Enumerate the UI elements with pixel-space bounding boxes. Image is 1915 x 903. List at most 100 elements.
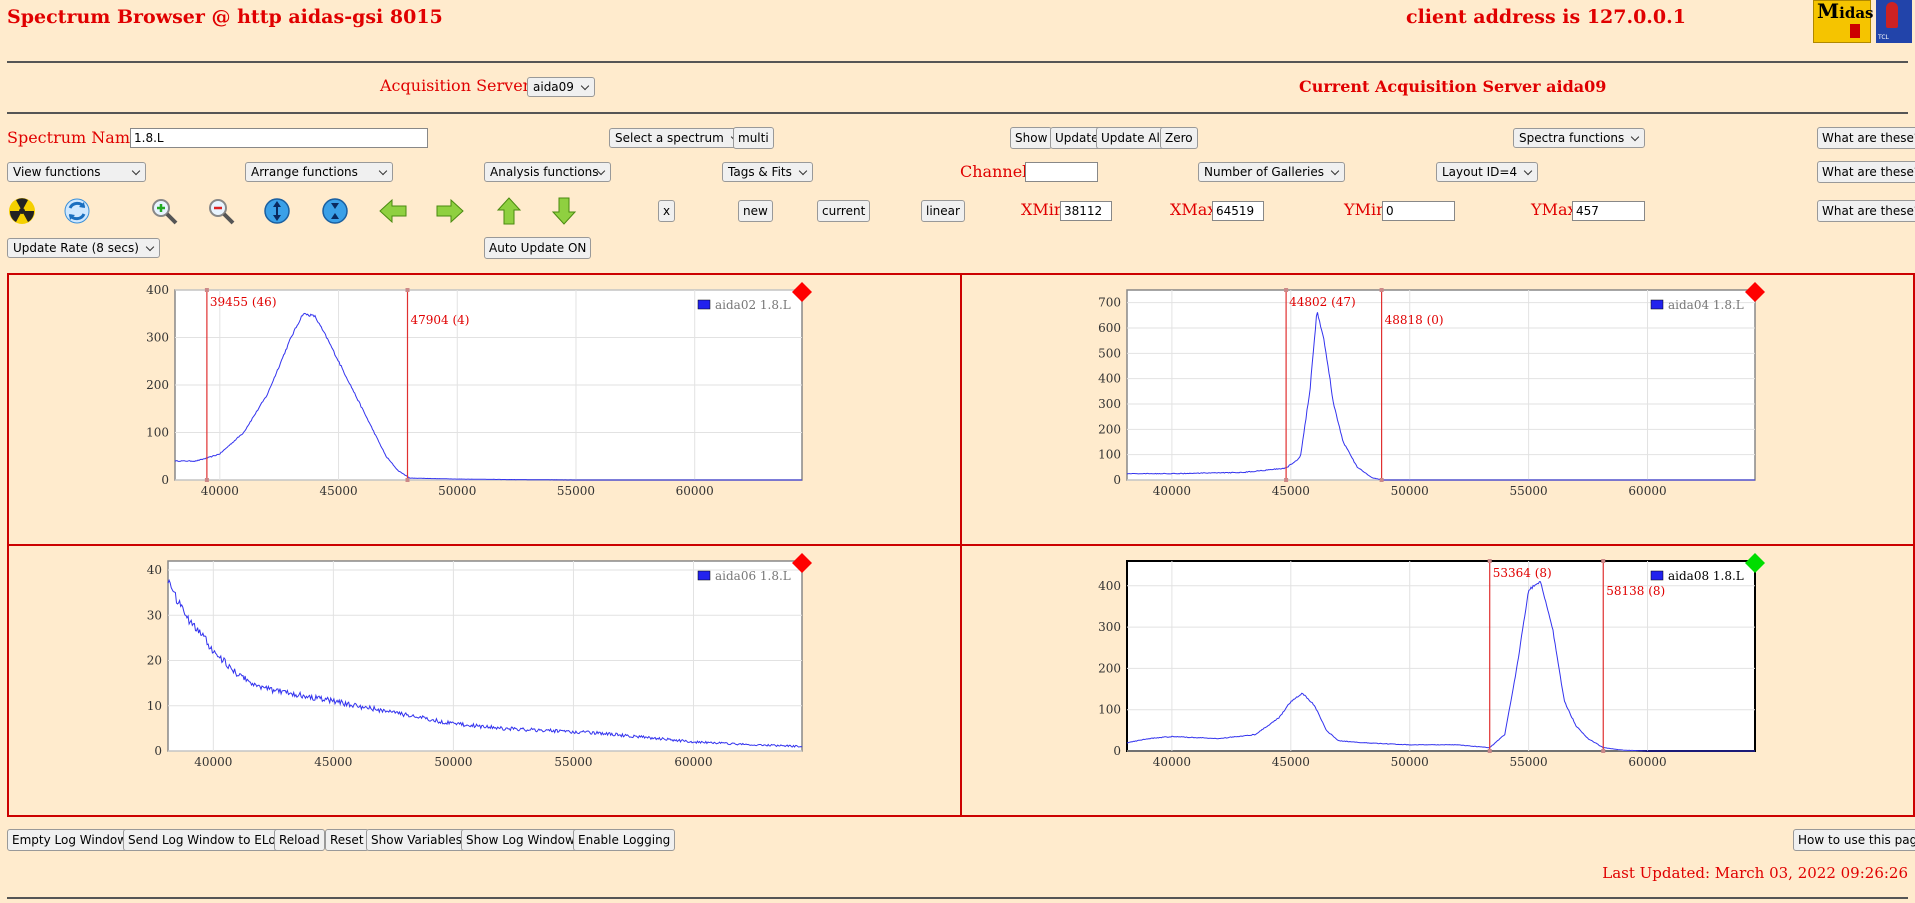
x-tick-label: 50000 xyxy=(1391,484,1429,498)
arrow-left-icon[interactable] xyxy=(378,196,408,226)
layout-dropdown[interactable]: Layout ID=4 xyxy=(1436,162,1539,182)
spectrum-plot-aida08[interactable]: 40000 45000 50000 55000 60000 0 100 200 300 400 53… xyxy=(960,544,1915,817)
refresh-icon[interactable] xyxy=(62,196,92,226)
x-tick-label: 40000 xyxy=(1153,755,1191,769)
legend-swatch xyxy=(1650,299,1664,310)
legend-label: aida08 1.8.L xyxy=(1668,569,1744,583)
acquisition-server-select[interactable]: aida09 xyxy=(527,77,595,97)
empty-log-window-button[interactable]: Empty Log Window xyxy=(7,829,133,851)
radiation-icon[interactable] xyxy=(7,196,37,226)
update-all-button[interactable]: Update All xyxy=(1096,127,1169,149)
marker-handle xyxy=(405,478,410,482)
ymax-input[interactable]: 457 xyxy=(1572,201,1645,221)
xmax-input[interactable]: 64519 xyxy=(1212,201,1264,221)
how-to-use-button[interactable]: How to use this page xyxy=(1793,829,1915,851)
legend-swatch xyxy=(697,570,711,581)
spectrum-name-input[interactable]: 1.8.L xyxy=(130,128,428,148)
show-button[interactable]: Show xyxy=(1010,127,1053,149)
analysis-functions-dropdown[interactable]: Analysis functions xyxy=(484,162,611,182)
spectrum-plot-aida04[interactable]: 40000 45000 50000 55000 60000 0 100 200 300 400 50… xyxy=(960,273,1915,546)
linear-button[interactable]: linear xyxy=(921,200,965,222)
marker-label: 53364 (8) xyxy=(1493,566,1552,580)
channel-label: Channel: xyxy=(960,162,1033,181)
what-are-these-button-1[interactable]: What are these? xyxy=(1817,127,1915,149)
y-tick-label: 400 xyxy=(1098,372,1121,386)
x-tick-label: 60000 xyxy=(674,755,712,769)
marker-handle xyxy=(1487,749,1492,753)
new-button[interactable]: new xyxy=(738,200,773,222)
arrange-functions-dropdown[interactable]: Arrange functions xyxy=(245,162,393,182)
channel-input[interactable] xyxy=(1025,162,1098,182)
marker-handle xyxy=(204,478,209,482)
zoom-in-icon[interactable] xyxy=(149,196,179,226)
expand-y-icon[interactable] xyxy=(262,196,292,226)
current-acquisition-server: Current Acquisition Server aida09 xyxy=(1299,77,1607,96)
x-tick-label: 50000 xyxy=(438,484,476,498)
view-functions-dropdown[interactable]: View functions xyxy=(7,162,146,182)
current-button[interactable]: current xyxy=(817,200,871,222)
marker-handle xyxy=(1379,288,1384,292)
x-tick-label: 55000 xyxy=(557,484,595,498)
x-tick-label: 50000 xyxy=(1391,755,1429,769)
arrow-down-icon[interactable] xyxy=(549,196,579,226)
number-of-galleries-dropdown[interactable]: Number of Galleries xyxy=(1198,162,1346,182)
x-tick-label: 60000 xyxy=(1628,484,1666,498)
y-tick-label: 100 xyxy=(146,426,169,440)
marker-handle xyxy=(1284,288,1289,292)
zero-button[interactable]: Zero xyxy=(1160,127,1198,149)
y-tick-label: 600 xyxy=(1098,321,1121,335)
what-are-these-button-3[interactable]: What are these? xyxy=(1817,200,1915,222)
spectrum-name-label: Spectrum Name: xyxy=(7,128,145,147)
what-are-these-button-2[interactable]: What are these? xyxy=(1817,161,1915,183)
x-tick-label: 45000 xyxy=(314,755,352,769)
x-tick-label: 45000 xyxy=(1272,484,1310,498)
tcl-logo: TCL xyxy=(1876,0,1912,43)
x-tick-label: 40000 xyxy=(1153,484,1191,498)
reload-button[interactable]: Reload xyxy=(274,829,325,851)
spectrum-plot-aida02[interactable]: 40000 45000 50000 55000 60000 0 100 200 300 400 39… xyxy=(7,273,962,546)
marker-handle xyxy=(1379,478,1384,482)
arrow-up-icon[interactable] xyxy=(494,196,524,226)
y-tick-label: 30 xyxy=(147,608,162,622)
y-tick-label: 200 xyxy=(146,378,169,392)
x-tick-label: 45000 xyxy=(319,484,357,498)
ymin-input[interactable]: 0 xyxy=(1382,201,1455,221)
marker-label: 44802 (47) xyxy=(1289,295,1356,309)
ymin-label: YMin xyxy=(1344,200,1387,219)
legend-swatch xyxy=(1650,570,1664,581)
send-log-to-elog-button[interactable]: Send Log Window to ELog xyxy=(123,829,289,851)
show-log-window-button[interactable]: Show Log Window xyxy=(461,829,580,851)
select-spectrum-dropdown[interactable]: Select a spectrum xyxy=(609,128,745,148)
spectrum-plot-aida06[interactable]: 40000 45000 50000 55000 60000 0 10 20 30 40 aida06… xyxy=(7,544,962,817)
plot-area xyxy=(167,560,803,752)
tags-fits-dropdown[interactable]: Tags & Fits xyxy=(722,162,813,182)
marker-label: 47904 (4) xyxy=(410,313,469,327)
marker-handle xyxy=(1601,559,1606,563)
arrow-right-icon[interactable] xyxy=(435,196,465,226)
show-variables-button[interactable]: Show Variables xyxy=(366,829,468,851)
zoom-out-icon[interactable] xyxy=(206,196,236,226)
y-tick-label: 20 xyxy=(147,654,162,668)
update-rate-dropdown[interactable]: Update Rate (8 secs) xyxy=(7,238,160,258)
y-tick-label: 10 xyxy=(147,699,162,713)
legend-label: aida02 1.8.L xyxy=(715,298,791,312)
y-tick-label: 0 xyxy=(154,744,162,758)
marker-handle xyxy=(1487,559,1492,563)
x-tick-label: 60000 xyxy=(676,484,714,498)
marker-handle xyxy=(204,288,209,292)
x-tick-label: 40000 xyxy=(201,484,239,498)
spectra-functions-dropdown[interactable]: Spectra functions xyxy=(1513,128,1646,148)
y-tick-label: 300 xyxy=(146,331,169,345)
x-tick-label: 40000 xyxy=(194,755,232,769)
shrink-y-icon[interactable] xyxy=(320,196,350,226)
midas-logo: Midas xyxy=(1813,0,1874,43)
reset-button[interactable]: Reset xyxy=(325,829,369,851)
x-button[interactable]: x xyxy=(658,200,676,222)
x-tick-label: 60000 xyxy=(1628,755,1666,769)
enable-logging-button[interactable]: Enable Logging xyxy=(573,829,676,851)
marker-handle xyxy=(405,288,410,292)
auto-update-button[interactable]: Auto Update ON xyxy=(484,237,592,259)
marker-handle xyxy=(1601,749,1606,753)
multi-button[interactable]: multi xyxy=(733,127,774,149)
xmin-input[interactable]: 38112 xyxy=(1060,201,1112,221)
